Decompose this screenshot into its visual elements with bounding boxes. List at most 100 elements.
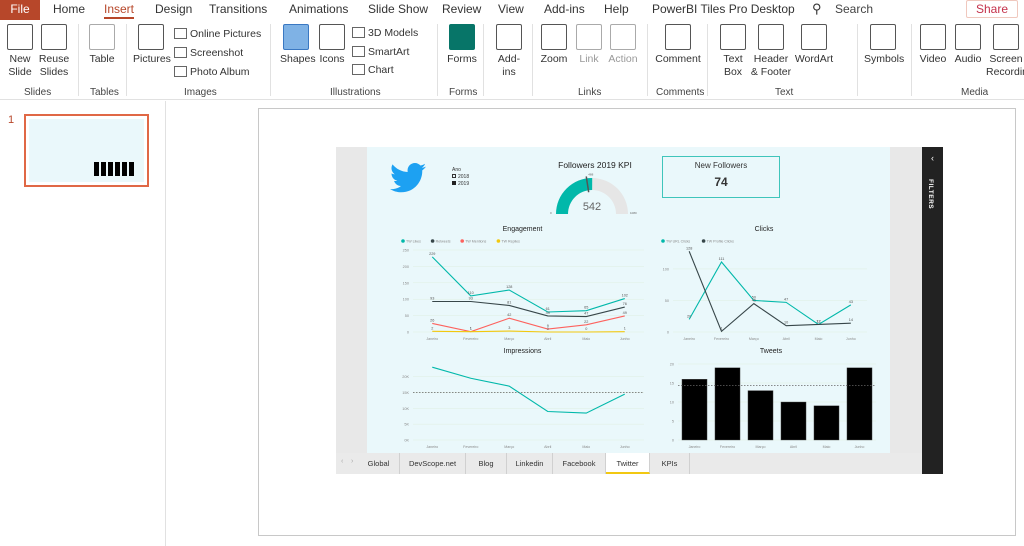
legend-label[interactable]: TW Mentions xyxy=(465,240,486,244)
slide-thumbnail[interactable] xyxy=(24,114,149,187)
series-line-retweets[interactable] xyxy=(432,300,625,318)
legend-item-2019[interactable]: 2019 xyxy=(452,181,469,188)
tab-design[interactable]: Design xyxy=(155,2,192,16)
tab-slide-show[interactable]: Slide Show xyxy=(368,2,428,16)
tab-powerbi-tiles-pro-desktop[interactable]: PowerBI Tiles Pro Desktop xyxy=(652,2,795,16)
audio-icon xyxy=(955,24,981,50)
audio-button[interactable]: Audio xyxy=(952,20,984,66)
series-line-tw-likes[interactable] xyxy=(431,256,625,313)
text-box-button[interactable]: Text Box xyxy=(716,20,750,79)
y-tick-label: 100 xyxy=(403,298,409,302)
bar-março[interactable] xyxy=(747,390,774,441)
group-label-comments: Comments xyxy=(656,87,705,98)
zoom-button[interactable]: Zoom xyxy=(538,20,570,66)
bar-fevereiro[interactable] xyxy=(714,367,741,441)
legend-marker xyxy=(496,239,501,243)
photo-album-icon xyxy=(174,66,187,77)
series-line-tw-mentions[interactable] xyxy=(432,315,625,333)
legend-marker xyxy=(460,239,464,243)
y-tick-label: 0 xyxy=(667,331,669,335)
search-box[interactable]: Search xyxy=(835,2,873,16)
y-tick-label: 200 xyxy=(403,265,409,269)
chart-icon xyxy=(352,64,365,75)
bar-junho[interactable] xyxy=(846,367,873,441)
tab-add-ins[interactable]: Add-ins xyxy=(544,2,585,16)
page-tab-devscope-net[interactable]: DevScope.net xyxy=(400,453,466,474)
page-tab-global[interactable]: Global xyxy=(358,453,400,474)
x-tick-label: Abril xyxy=(544,445,551,449)
screenshot-button[interactable]: Screenshot xyxy=(174,47,243,59)
screen-recording-button[interactable]: Screen Recording xyxy=(986,20,1024,79)
legend-label[interactable]: Retweets xyxy=(436,240,451,244)
page-tab-facebook[interactable]: Facebook xyxy=(553,453,606,474)
data-label: 128 xyxy=(506,285,512,289)
x-tick-label: Fevereiro xyxy=(714,337,729,341)
legend-marker xyxy=(701,239,706,243)
action-button[interactable]: Action xyxy=(606,20,640,66)
icons-button[interactable]: Icons xyxy=(317,20,347,66)
group-label-illustrations: Illustrations xyxy=(330,87,381,98)
reuse-slides-button[interactable]: Reuse Slides xyxy=(38,20,70,79)
filters-pane[interactable]: ‹ FILTERS xyxy=(922,147,943,474)
forms-label: Forms xyxy=(447,53,477,65)
new-followers-title: New Followers xyxy=(694,161,748,170)
legend-label[interactable]: TW Replies xyxy=(501,240,520,244)
shapes-button[interactable]: Shapes xyxy=(280,20,316,66)
bar-maio[interactable] xyxy=(813,405,840,441)
table-button[interactable]: Table xyxy=(86,20,118,66)
gauge-max: 1080 xyxy=(630,211,637,215)
video-button[interactable]: Video xyxy=(918,20,948,66)
chevron-left-icon[interactable]: ‹ xyxy=(922,153,943,163)
x-tick-label: Abril xyxy=(783,337,790,341)
page-tab-blog[interactable]: Blog xyxy=(466,453,507,474)
page-tab-twitter[interactable]: Twitter xyxy=(606,453,650,474)
tab-view[interactable]: View xyxy=(498,2,524,16)
tab-review[interactable]: Review xyxy=(442,2,481,16)
series-line-impressions[interactable] xyxy=(432,366,625,414)
pictures-button[interactable]: Pictures xyxy=(133,20,171,66)
forms-button[interactable]: Forms xyxy=(446,20,478,66)
bar-abril[interactable] xyxy=(780,401,807,441)
y-tick-label: 5K xyxy=(404,423,409,427)
legend-label[interactable]: TW URL Clicks xyxy=(666,240,690,244)
menu-bar: File Home Insert Design Transitions Animatio… xyxy=(0,0,1024,20)
tab-help[interactable]: Help xyxy=(604,2,629,16)
tab-transitions[interactable]: Transitions xyxy=(209,2,267,16)
data-label: 12 xyxy=(816,319,820,323)
comment-button[interactable]: Comment xyxy=(652,20,704,66)
photo-album-button[interactable]: Photo Album xyxy=(174,66,250,78)
file-tab[interactable]: File xyxy=(0,0,40,20)
reuse-slides-icon xyxy=(41,24,67,50)
share-button[interactable]: Share xyxy=(966,0,1018,18)
data-label: 45 xyxy=(752,299,756,303)
online-pictures-button[interactable]: Online Pictures xyxy=(174,28,261,40)
smartart-button[interactable]: SmartArt xyxy=(352,46,409,58)
y-tick-label: 0 xyxy=(672,439,674,443)
new-slide-button[interactable]: New Slide xyxy=(4,20,36,79)
tab-home[interactable]: Home xyxy=(53,2,85,16)
prev-page-icon[interactable]: ‹ xyxy=(341,458,343,465)
page-tab-linkedin[interactable]: Linkedin xyxy=(507,453,553,474)
header-footer-icon xyxy=(758,24,784,50)
x-tick-label: Fevereiro xyxy=(720,445,735,449)
legend-item-2018[interactable]: 2018 xyxy=(452,174,469,181)
header-footer-button[interactable]: Header & Footer xyxy=(750,20,792,79)
tab-insert[interactable]: Insert xyxy=(104,2,135,19)
wordart-button[interactable]: WordArt xyxy=(794,20,834,66)
search-icon[interactable]: ⚲ xyxy=(812,1,822,17)
3d-models-button[interactable]: 3D Models xyxy=(352,27,418,39)
legend-label[interactable]: TW Likes xyxy=(406,240,421,244)
bar-janeiro[interactable] xyxy=(681,379,708,441)
page-tab-kpis[interactable]: KPIs xyxy=(650,453,690,474)
symbols-button[interactable]: Symbols xyxy=(864,20,904,66)
chart-button[interactable]: Chart xyxy=(352,64,394,76)
add-ins-button[interactable]: Add-ins xyxy=(494,20,524,79)
shapes-label: Shapes xyxy=(280,53,316,65)
series-line-tw-replies[interactable] xyxy=(432,330,625,333)
y-tick-label: 50 xyxy=(665,299,669,303)
link-button[interactable]: Link xyxy=(574,20,604,66)
next-page-icon[interactable]: › xyxy=(351,458,353,465)
link-label: Link xyxy=(579,53,599,65)
tab-animations[interactable]: Animations xyxy=(289,2,348,16)
legend-label[interactable]: TW Profile Clicks xyxy=(707,240,735,244)
